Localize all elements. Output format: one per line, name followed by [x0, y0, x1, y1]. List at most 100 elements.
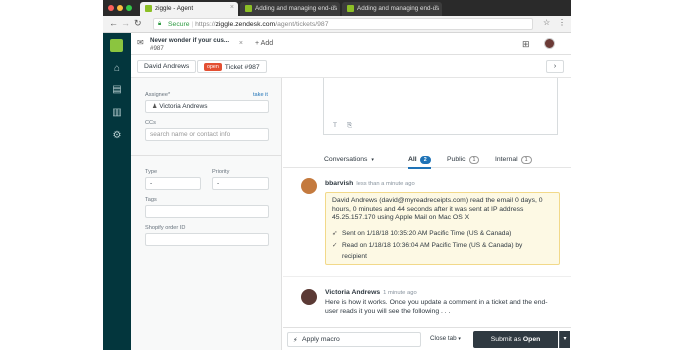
tab-public[interactable]: Public 1 — [447, 156, 480, 164]
submit-options-button[interactable]: ▾ — [559, 331, 570, 348]
tab-all-label: All — [408, 156, 417, 163]
take-it-link[interactable]: take it — [253, 92, 268, 98]
avatar[interactable] — [301, 289, 317, 305]
admin-gear-icon[interactable]: ⚙ — [111, 130, 123, 142]
zendesk-favicon-icon — [145, 5, 152, 12]
ticket-workspace-tab[interactable]: ✉ Never wonder if your cus... #987 × — [137, 36, 243, 54]
close-tab-select[interactable]: Close tab ▾ — [430, 335, 461, 342]
read-receipt-text: David Andrews (david@myreadreceipts.com)… — [332, 197, 543, 221]
sent-line: ➶ Sent on 1/18/18 10:35:20 AM Pacific Tim… — [332, 230, 511, 239]
zendesk-favicon-icon — [245, 5, 252, 12]
sent-text: Sent on 1/18/18 10:35:20 AM Pacific Time… — [342, 230, 512, 237]
divider — [131, 155, 282, 156]
conversations-filter[interactable]: Conversations ▾ — [324, 156, 374, 163]
home-icon[interactable]: ⌂ — [111, 63, 123, 75]
comment-author[interactable]: bbarvish less than a minute ago — [325, 180, 415, 187]
comment-body: Here is how it works. Once you update a … — [325, 299, 548, 315]
chevron-down-icon: ▾ — [563, 336, 567, 342]
zendesk-logo[interactable] — [110, 39, 123, 52]
priority-select[interactable]: - — [212, 177, 269, 190]
sent-icon: ➶ — [332, 230, 338, 237]
address-bar[interactable]: 🔒︎ Secure | https://ziggle.zendesk.com/a… — [153, 18, 533, 30]
browser-tab-bar: ziggle - Agent × Adding and managing end… — [103, 0, 571, 16]
tags-label: Tags — [145, 197, 157, 203]
app-nav-sidebar: ⌂ ▤ ▥ ⚙ — [103, 33, 131, 350]
count-badge: 1 — [520, 156, 532, 164]
close-tab-label: Close tab — [430, 335, 457, 342]
count-badge: 2 — [419, 156, 431, 164]
reporting-icon[interactable]: ▥ — [111, 107, 123, 119]
add-button[interactable]: + Add — [255, 40, 273, 47]
conversation-panel: T ⎘ Conversations ▾ All 2 Public 1 Interna… — [283, 78, 571, 350]
next-ticket-button[interactable]: › — [546, 60, 564, 73]
chevron-down-icon: ▾ — [458, 336, 461, 342]
close-icon[interactable]: × — [332, 4, 336, 11]
submit-button[interactable]: Submit as Open — [473, 331, 558, 348]
requester-breadcrumb[interactable]: David Andrews — [137, 60, 197, 73]
more-menu-icon[interactable]: ⋮ — [558, 18, 566, 27]
bookmark-star-icon[interactable]: ☆ — [543, 18, 550, 27]
assignee-field[interactable]: ♟ Victoria Andrews — [145, 100, 269, 113]
comment-author-name: Victoria Andrews — [325, 289, 381, 296]
tab-internal[interactable]: Internal 1 — [495, 156, 532, 164]
read-line: ✓ Read on 1/18/18 10:36:04 AM Pacific Tim… — [332, 242, 522, 251]
close-window-dot[interactable] — [108, 5, 114, 11]
assignee-value: Victoria Andrews — [159, 103, 208, 110]
conversation-tabs: Conversations ▾ All 2 Public 1 Internal 1 — [283, 152, 571, 169]
count-badge: 1 — [468, 156, 480, 164]
comment-timestamp: less than a minute ago — [356, 181, 415, 187]
divider — [283, 276, 571, 277]
tags-input[interactable] — [145, 205, 269, 218]
ticket-tab-title: Never wonder if your cus... — [150, 37, 230, 44]
comment-author-name: bbarvish — [325, 180, 354, 187]
url-path: /agent/tickets/987 — [275, 21, 329, 28]
workspace-tabs: ✉ Never wonder if your cus... #987 × + A… — [131, 33, 571, 55]
secure-label: Secure — [168, 21, 190, 28]
user-avatar[interactable] — [544, 38, 555, 49]
read-text: Read on 1/18/18 10:36:04 AM Pacific Time… — [342, 242, 523, 249]
type-select[interactable]: - — [145, 177, 201, 190]
priority-label: Priority — [212, 169, 230, 175]
browser-tab-label: ziggle - Agent — [155, 5, 194, 12]
browser-toolbar: ← → ↻ 🔒︎ Secure | https://ziggle.zendesk… — [103, 16, 571, 33]
ccs-label: CCs — [145, 120, 156, 126]
close-icon[interactable]: × — [230, 4, 234, 11]
comment-author[interactable]: Victoria Andrews 1 minute ago — [325, 289, 417, 296]
product-tray-icon[interactable]: ⊞ — [522, 39, 530, 50]
ticket-breadcrumb[interactable]: open Ticket #987 — [197, 60, 267, 73]
read-text-cont: recipient — [342, 253, 367, 260]
read-line-cont: recipient — [332, 253, 367, 262]
url-scheme: https:// — [195, 21, 216, 28]
views-icon[interactable]: ▤ — [111, 84, 123, 96]
shopify-order-input[interactable] — [145, 233, 269, 246]
comment-timestamp: 1 minute ago — [383, 290, 417, 296]
forward-arrow-icon[interactable]: → — [121, 18, 130, 28]
back-arrow-icon[interactable]: ← — [109, 18, 118, 28]
tab-public-label: Public — [447, 156, 466, 163]
avatar[interactable] — [301, 178, 317, 194]
text-format-icon[interactable]: T — [333, 122, 337, 129]
ticket-properties-panel: Assignee* take it ♟ Victoria Andrews CCs… — [131, 78, 282, 350]
person-icon: ♟ — [152, 104, 158, 110]
reload-icon[interactable]: ↻ — [134, 18, 142, 29]
browser-tab-help-1[interactable]: Adding and managing end-us × — [240, 2, 340, 16]
comment-editor[interactable]: T ⎘ — [323, 78, 558, 135]
maximize-window-dot[interactable] — [126, 5, 132, 11]
app-window: ziggle - Agent × Adding and managing end… — [103, 0, 571, 350]
browser-tab-help-2[interactable]: Adding and managing end-us × — [342, 2, 442, 16]
minimize-window-dot[interactable] — [117, 5, 123, 11]
apply-macro-button[interactable]: ⚡︎ Apply macro — [287, 332, 421, 347]
browser-tab-agent[interactable]: ziggle - Agent × — [140, 2, 238, 16]
browser-tab-label: Adding and managing end-us — [357, 5, 440, 12]
tab-all[interactable]: All 2 — [408, 156, 431, 169]
browser-tab-label: Adding and managing end-us — [255, 5, 338, 12]
ticket-footer: ⚡︎ Apply macro Close tab ▾ Submit as Ope… — [283, 327, 571, 350]
close-icon[interactable]: × — [434, 4, 438, 11]
tab-internal-label: Internal — [495, 156, 518, 163]
zendesk-favicon-icon — [347, 5, 354, 12]
attachment-icon[interactable]: ⎘ — [347, 122, 352, 130]
close-icon[interactable]: × — [239, 40, 243, 47]
double-check-icon: ✓ — [332, 242, 338, 249]
url-domain: ziggle.zendesk.com — [215, 21, 276, 28]
ccs-input[interactable]: search name or contact info — [145, 128, 269, 141]
